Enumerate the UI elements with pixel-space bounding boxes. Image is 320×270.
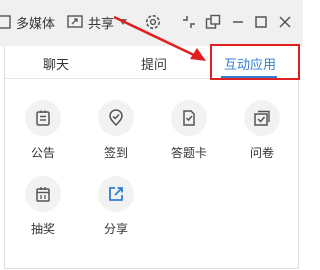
annotation-highlight-box (210, 44, 300, 80)
annotation-arrow (113, 15, 206, 61)
